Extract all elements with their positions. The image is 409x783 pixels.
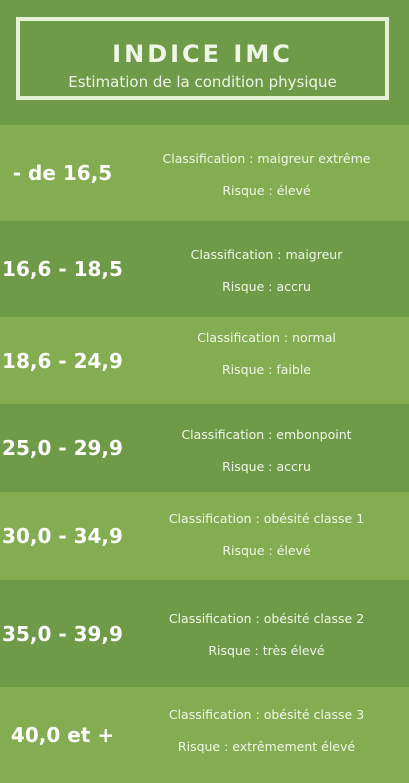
classification-text: Classification : obésité classe 3 xyxy=(168,707,365,722)
risk-text: Risque : accru xyxy=(222,279,311,294)
risk-text: Risque : extrêmement élevé xyxy=(177,739,356,754)
classification-text: Classification : maigreur extrême xyxy=(162,151,371,166)
header-frame: INDICE IMC Estimation de la condition ph… xyxy=(16,17,389,100)
risk-text: Risque : faible xyxy=(221,362,311,377)
bmi-range: 25,0 - 29,9 xyxy=(2,436,123,460)
classification-text: Classification : obésité classe 2 xyxy=(168,611,365,626)
bmi-row-7: 40,0 et + Classification : obésité class… xyxy=(0,687,409,783)
classification-text: Classification : maigreur xyxy=(190,247,343,262)
page-subtitle: Estimation de la condition physique xyxy=(68,73,337,91)
bmi-range: 30,0 - 34,9 xyxy=(2,524,123,548)
bmi-row-2: 16,6 - 18,5 Classification : maigreur Ri… xyxy=(0,221,409,317)
bmi-range: 18,6 - 24,9 xyxy=(2,348,123,373)
bmi-row-4: 25,0 - 29,9 Classification : embonpoint … xyxy=(0,404,409,492)
risk-text: Risque : très élevé xyxy=(208,643,325,658)
bmi-row-1: - de 16,5 Classification : maigreur extr… xyxy=(0,125,409,221)
risk-text: Risque : accru xyxy=(222,459,311,474)
risk-text: Risque : élevé xyxy=(222,183,311,198)
bmi-row-5: 30,0 - 34,9 Classification : obésité cla… xyxy=(0,492,409,580)
bmi-row-3: 18,6 - 24,9 Classification : normal Risq… xyxy=(0,317,409,404)
bmi-infographic: INDICE IMC Estimation de la condition ph… xyxy=(0,0,409,783)
page-title: INDICE IMC xyxy=(112,40,293,68)
classification-text: Classification : normal xyxy=(197,330,336,345)
header: INDICE IMC Estimation de la condition ph… xyxy=(0,0,409,125)
bmi-range: 16,6 - 18,5 xyxy=(2,257,123,281)
risk-text: Risque : élevé xyxy=(222,543,311,558)
classification-text: Classification : obésité classe 1 xyxy=(168,511,365,526)
bmi-range: 35,0 - 39,9 xyxy=(2,621,123,646)
classification-text: Classification : embonpoint xyxy=(181,427,352,442)
bmi-row-6: 35,0 - 39,9 Classification : obésité cla… xyxy=(0,580,409,687)
bmi-range: - de 16,5 xyxy=(12,161,113,185)
bmi-range: 40,0 et + xyxy=(10,723,115,747)
